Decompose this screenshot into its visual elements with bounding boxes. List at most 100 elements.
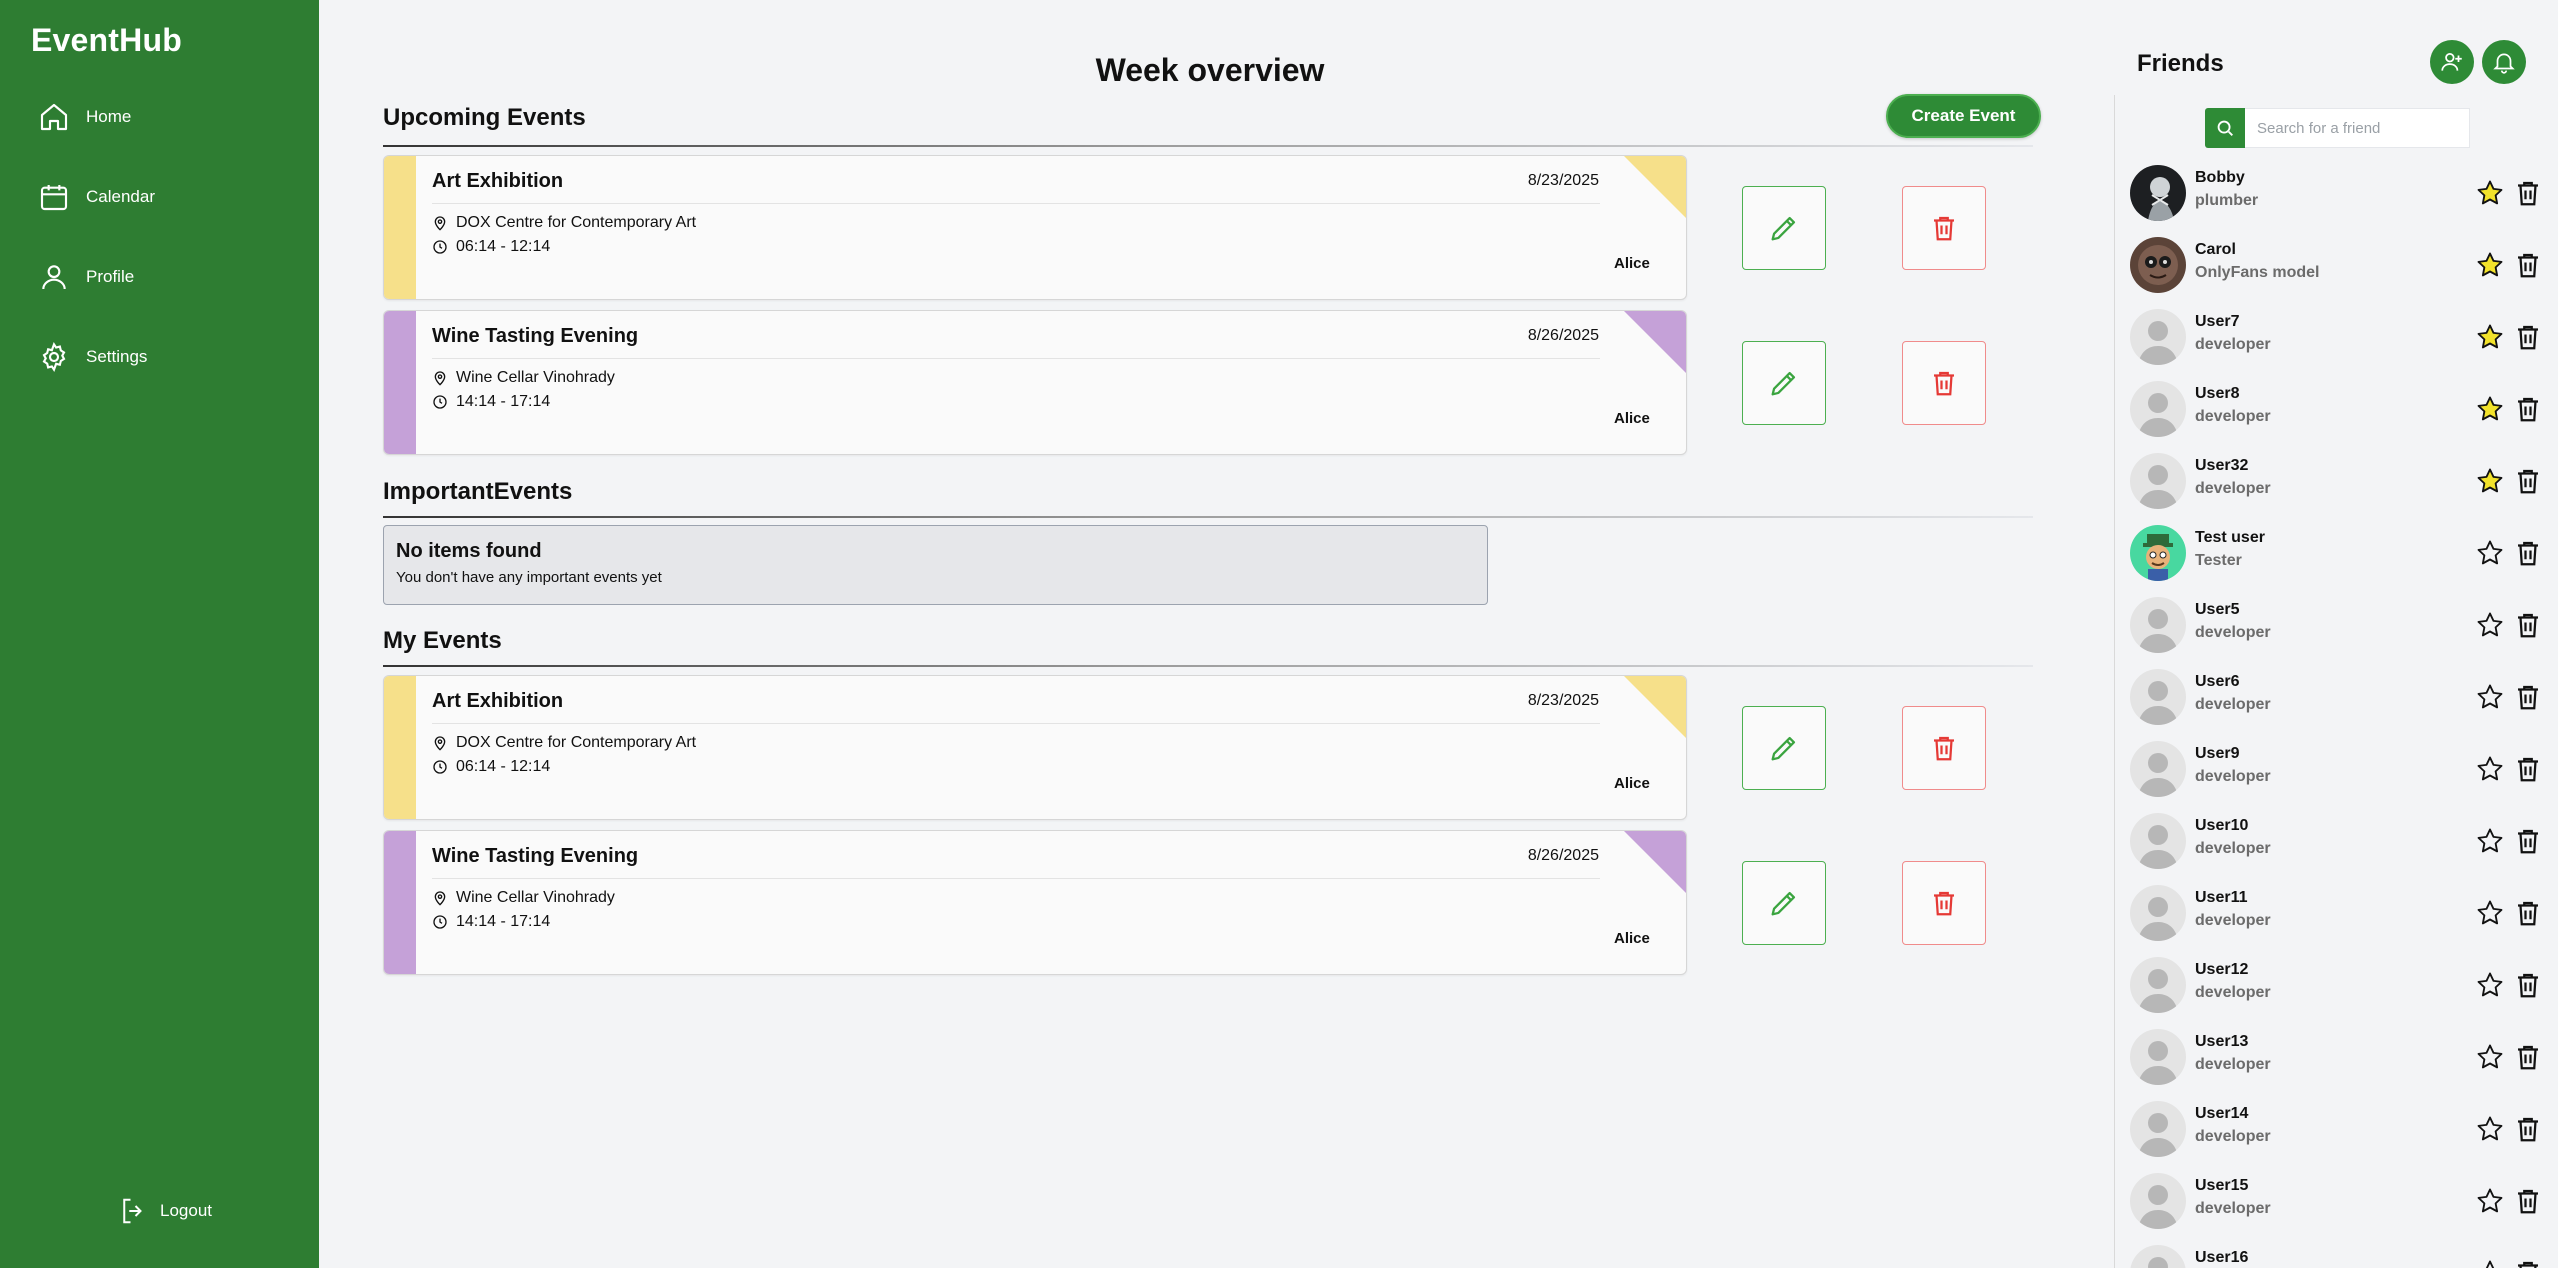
friend-row[interactable]: User10 developer (2130, 811, 2558, 871)
favorite-star-icon[interactable] (2475, 826, 2505, 856)
sidebar-item-label: Settings (86, 347, 148, 366)
sidebar-item-home[interactable]: Home (38, 101, 131, 133)
favorite-star-icon[interactable] (2475, 610, 2505, 640)
remove-friend-trash-icon[interactable] (2513, 970, 2543, 1000)
favorite-star-icon[interactable] (2475, 466, 2505, 496)
search-button[interactable] (2205, 108, 2245, 148)
section-divider (383, 665, 2033, 667)
avatar (2130, 453, 2186, 509)
avatar (2130, 1245, 2186, 1268)
remove-friend-trash-icon[interactable] (2513, 754, 2543, 784)
friend-row[interactable]: Carol OnlyFans model (2130, 235, 2558, 295)
delete-event-button[interactable] (1902, 706, 1986, 790)
event-color-stripe (384, 831, 416, 974)
favorite-star-icon[interactable] (2475, 1186, 2505, 1216)
friend-row[interactable]: Test user Tester (2130, 523, 2558, 583)
edit-event-button[interactable] (1742, 861, 1826, 945)
remove-friend-trash-icon[interactable] (2513, 610, 2543, 640)
remove-friend-trash-icon[interactable] (2513, 466, 2543, 496)
event-card[interactable]: Wine Tasting Evening 8/26/2025 Wine Cell… (383, 830, 1687, 975)
favorite-star-icon[interactable] (2475, 1258, 2505, 1268)
add-friend-button[interactable] (2430, 40, 2474, 84)
friend-name: User14 (2195, 1105, 2249, 1122)
section-divider (383, 145, 2033, 147)
event-card[interactable]: Art Exhibition 8/23/2025 DOX Centre for … (383, 155, 1687, 300)
delete-event-button[interactable] (1902, 861, 1986, 945)
remove-friend-trash-icon[interactable] (2513, 826, 2543, 856)
remove-friend-trash-icon[interactable] (2513, 1114, 2543, 1144)
friend-name: User7 (2195, 313, 2240, 330)
favorite-star-icon[interactable] (2475, 754, 2505, 784)
logout-button[interactable]: Logout (118, 1196, 212, 1226)
create-event-button[interactable]: Create Event (1886, 94, 2041, 138)
delete-event-button[interactable] (1902, 186, 1986, 270)
friend-row[interactable]: User12 developer (2130, 955, 2558, 1015)
remove-friend-trash-icon[interactable] (2513, 898, 2543, 928)
favorite-star-icon[interactable] (2475, 394, 2505, 424)
friend-row[interactable]: User14 developer (2130, 1099, 2558, 1159)
notifications-button[interactable] (2482, 40, 2526, 84)
empty-state-message: You don't have any important events yet (396, 569, 662, 586)
remove-friend-trash-icon[interactable] (2513, 250, 2543, 280)
section-title-my-events: My Events (383, 627, 502, 654)
favorite-star-icon[interactable] (2475, 178, 2505, 208)
favorite-star-icon[interactable] (2475, 682, 2505, 712)
event-color-corner (1624, 156, 1686, 218)
friend-row[interactable]: User6 developer (2130, 667, 2558, 727)
sidebar-item-profile[interactable]: Profile (38, 261, 134, 293)
friend-row[interactable]: Bobby plumber (2130, 163, 2558, 223)
favorite-star-icon[interactable] (2475, 322, 2505, 352)
event-time-text: 14:14 - 17:14 (456, 393, 551, 410)
event-color-stripe (384, 311, 416, 454)
sidebar-item-calendar[interactable]: Calendar (38, 181, 155, 213)
remove-friend-trash-icon[interactable] (2513, 1186, 2543, 1216)
favorite-star-icon[interactable] (2475, 970, 2505, 1000)
sidebar-item-settings[interactable]: Settings (38, 341, 147, 373)
friend-row[interactable]: User16 (2130, 1243, 2558, 1268)
favorite-star-icon[interactable] (2475, 250, 2505, 280)
user-icon (42, 265, 66, 290)
avatar (2130, 669, 2186, 725)
edit-event-button[interactable] (1742, 341, 1826, 425)
delete-event-button[interactable] (1902, 341, 1986, 425)
friend-row[interactable]: User13 developer (2130, 1027, 2558, 1087)
sidebar-item-label: Calendar (86, 187, 155, 206)
edit-event-button[interactable] (1742, 186, 1826, 270)
gear-icon (42, 341, 66, 373)
friend-row[interactable]: User15 developer (2130, 1171, 2558, 1231)
friend-row[interactable]: User32 developer (2130, 451, 2558, 511)
remove-friend-trash-icon[interactable] (2513, 682, 2543, 712)
edit-event-button[interactable] (1742, 706, 1826, 790)
friend-row[interactable]: User11 developer (2130, 883, 2558, 943)
logout-icon (123, 1198, 142, 1224)
favorite-star-icon[interactable] (2475, 898, 2505, 928)
event-location: Wine Cellar Vinohrady (432, 889, 615, 907)
favorite-star-icon[interactable] (2475, 1042, 2505, 1072)
event-color-corner (1624, 831, 1686, 893)
trash-icon (1934, 891, 1954, 916)
calendar-icon (40, 185, 68, 211)
friend-row[interactable]: User7 developer (2130, 307, 2558, 367)
remove-friend-trash-icon[interactable] (2513, 178, 2543, 208)
friend-name: User8 (2195, 385, 2240, 402)
event-card[interactable]: Wine Tasting Evening 8/26/2025 Wine Cell… (383, 310, 1687, 455)
remove-friend-trash-icon[interactable] (2513, 1258, 2543, 1268)
avatar (2130, 597, 2186, 653)
remove-friend-trash-icon[interactable] (2513, 394, 2543, 424)
friend-row[interactable]: User5 developer (2130, 595, 2558, 655)
friend-row[interactable]: User8 developer (2130, 379, 2558, 439)
friend-name: User16 (2195, 1249, 2249, 1266)
event-card[interactable]: Art Exhibition 8/23/2025 DOX Centre for … (383, 675, 1687, 820)
home-icon (40, 103, 68, 131)
remove-friend-trash-icon[interactable] (2513, 1042, 2543, 1072)
friend-search-input[interactable] (2245, 108, 2470, 148)
favorite-star-icon[interactable] (2475, 1114, 2505, 1144)
friend-search (2205, 108, 2470, 148)
friend-role: OnlyFans model (2195, 264, 2320, 281)
event-location-text: Wine Cellar Vinohrady (456, 369, 615, 386)
remove-friend-trash-icon[interactable] (2513, 538, 2543, 568)
event-owner: Alice (1614, 775, 1650, 792)
remove-friend-trash-icon[interactable] (2513, 322, 2543, 352)
favorite-star-icon[interactable] (2475, 538, 2505, 568)
friend-row[interactable]: User9 developer (2130, 739, 2558, 799)
